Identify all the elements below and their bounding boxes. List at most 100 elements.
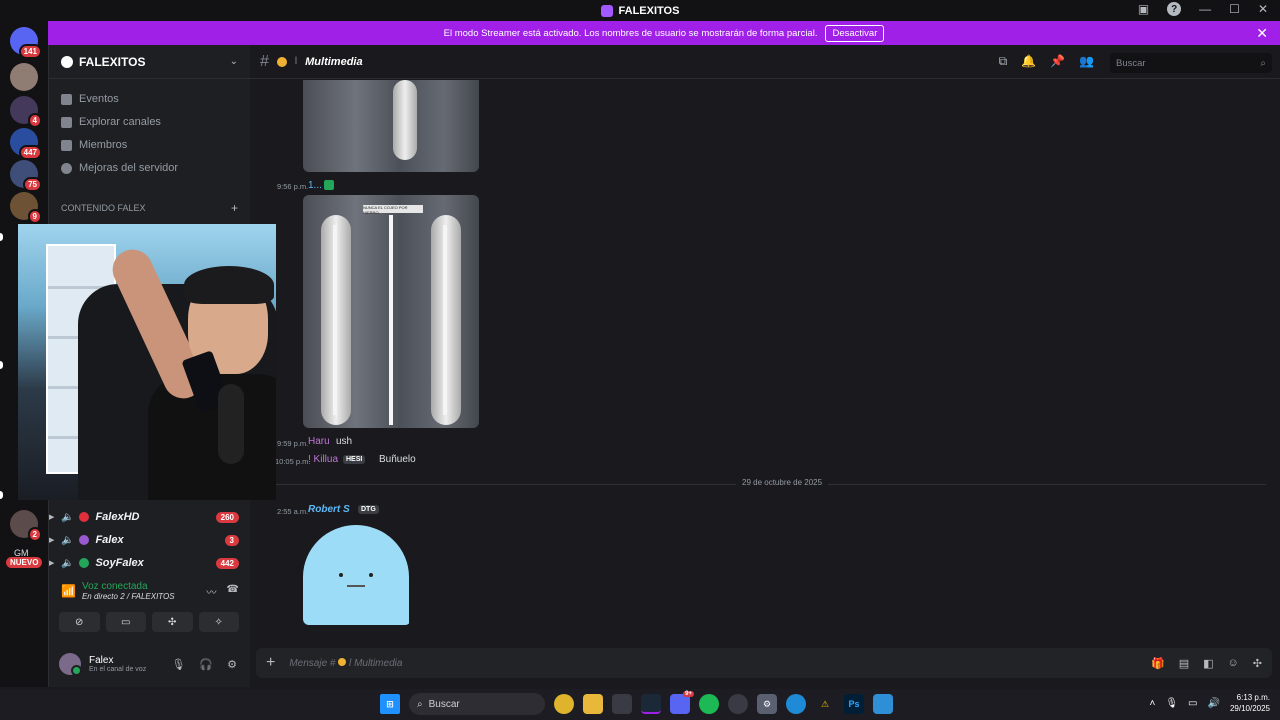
- help-icon[interactable]: ?: [1167, 2, 1182, 16]
- apps-icon[interactable]: ✣: [1253, 657, 1262, 670]
- sticker-icon[interactable]: ◧: [1203, 657, 1213, 670]
- role-icon: [324, 180, 334, 190]
- voice-connection-panel: 📶 Voz conectada En directo 2 / FALEXITOS…: [53, 576, 245, 642]
- message-composer[interactable]: + Mensaje # l Multimedia 🎁 ▤ ◧ ☺ ✣: [256, 648, 1272, 678]
- voice-channel-soyfalex[interactable]: ▶ 🔈 SoyFalex 442: [49, 552, 249, 574]
- server-icon[interactable]: 4: [10, 96, 42, 128]
- voice-channel-label[interactable]: En directo 2 / FALEXITOS: [82, 592, 175, 601]
- soundboard-button[interactable]: ✧: [198, 612, 239, 632]
- streamer-mode-banner: El modo Streamer está activado. Los nomb…: [48, 21, 1280, 45]
- sticker-image[interactable]: [303, 525, 411, 625]
- headphones-icon[interactable]: 🎧: [199, 658, 213, 671]
- role-tag: DTG: [358, 505, 379, 514]
- caret-right-icon: ▶: [49, 514, 55, 521]
- channel-header: # l Multimedia ⧉ 🔔 📌 👥 Buscar ⌕: [250, 45, 1280, 79]
- message-author[interactable]: Robert S: [308, 504, 350, 515]
- screen-share-button[interactable]: ▭: [105, 612, 146, 632]
- nav-server-boosts[interactable]: Mejoras del servidor: [49, 157, 250, 179]
- speaker-icon: 🔈: [61, 534, 74, 546]
- server-icon[interactable]: [10, 63, 38, 91]
- taskbar: ⊞ ⌕ Buscar 9+ ⚙ ⚠ Ps ˄ 🎙 ▭ 🔊 6:13 p.m. 2…: [0, 689, 1280, 720]
- voice-channel-falexhd[interactable]: ▶ 🔈 FalexHD 260: [49, 506, 249, 528]
- photoshop-icon[interactable]: Ps: [844, 694, 864, 714]
- server-icon[interactable]: 2: [10, 510, 42, 542]
- deactivate-button[interactable]: Desactivar: [825, 24, 885, 42]
- server-badge: 2: [27, 527, 42, 542]
- unread-pill: [0, 233, 3, 241]
- file-explorer-icon[interactable]: [583, 694, 603, 714]
- members-list-icon[interactable]: 👥: [1079, 54, 1094, 69]
- display-icon[interactable]: ▭: [1188, 698, 1197, 709]
- add-attachment-icon[interactable]: +: [266, 654, 275, 672]
- search-icon: ⌕: [1260, 57, 1266, 69]
- calendar-icon: [61, 93, 72, 105]
- windows-start-icon[interactable]: ⊞: [380, 694, 400, 714]
- add-channel-icon[interactable]: +: [231, 201, 238, 215]
- microphone-icon[interactable]: 🎙: [1165, 698, 1178, 709]
- list-icon: [61, 116, 72, 128]
- member-count-badge: 442: [215, 557, 239, 569]
- attachment-image[interactable]: NUNCA EL COJEO POR HIERRO: [303, 195, 479, 428]
- channel-emoji-icon: [276, 56, 287, 67]
- threads-icon[interactable]: ⧉: [999, 54, 1008, 69]
- nav-browse-channels[interactable]: Explorar canales: [49, 111, 250, 133]
- message-timestamp: 2:55 a.m.: [277, 507, 309, 516]
- webcam-overlay: [18, 224, 276, 500]
- disconnect-icon[interactable]: ☎: [227, 584, 239, 599]
- warning-icon[interactable]: ⚠: [815, 694, 835, 714]
- server-badge-icon: [61, 55, 73, 68]
- spotify-icon[interactable]: [699, 694, 719, 714]
- microphone-icon[interactable]: 🎙: [171, 658, 185, 671]
- settings-icon[interactable]: ⚙: [757, 694, 777, 714]
- edge-icon[interactable]: [786, 694, 806, 714]
- nav-events[interactable]: Eventos: [49, 88, 250, 110]
- taskbar-search[interactable]: ⌕ Buscar: [409, 693, 545, 715]
- emoji-icon[interactable]: ☺: [1228, 657, 1239, 670]
- speaker-icon: 🔈: [61, 557, 74, 569]
- chevron-up-icon[interactable]: ˄: [1150, 698, 1156, 709]
- attachment-image[interactable]: [303, 80, 479, 172]
- voice-channel-falex[interactable]: ▶ 🔈 Falex 3: [49, 529, 249, 551]
- hash-icon: #: [260, 52, 269, 70]
- server-icon[interactable]: 75: [10, 160, 42, 192]
- signal-icon[interactable]: 📶: [61, 584, 76, 598]
- close-icon[interactable]: ✕: [1256, 25, 1268, 42]
- store-icon[interactable]: [612, 694, 632, 714]
- server-header[interactable]: FALEXITOS ⌄: [49, 45, 250, 79]
- pin-icon[interactable]: 📌: [1050, 54, 1065, 69]
- home-button[interactable]: 141: [10, 27, 42, 59]
- server-icon[interactable]: 9: [10, 192, 42, 224]
- chrome-icon[interactable]: [554, 694, 574, 714]
- message-author[interactable]: ! Killua: [308, 454, 338, 465]
- search-input[interactable]: Buscar ⌕: [1110, 53, 1272, 73]
- minimize-button[interactable]: —: [1199, 2, 1211, 16]
- server-icon[interactable]: 447: [10, 128, 42, 160]
- close-window-button[interactable]: ✕: [1258, 2, 1268, 16]
- bell-icon[interactable]: 🔔: [1021, 54, 1036, 69]
- maximize-button[interactable]: ☐: [1229, 2, 1240, 16]
- channel-dot-icon: [79, 535, 90, 545]
- app-icon[interactable]: [728, 694, 748, 714]
- gear-icon[interactable]: ⚙: [227, 658, 237, 671]
- message-author[interactable]: 1...: [308, 180, 322, 191]
- discord-icon[interactable]: 9+: [670, 691, 694, 714]
- camera-off-button[interactable]: ⊘: [59, 612, 100, 632]
- nav-members[interactable]: Miembros: [49, 134, 250, 156]
- app-icon[interactable]: [873, 694, 893, 714]
- activities-button[interactable]: ✣: [152, 612, 193, 632]
- composer-placeholder: Mensaje # l Multimedia: [289, 657, 403, 669]
- screen-share-icon[interactable]: ▣: [1138, 2, 1149, 16]
- gif-icon[interactable]: ▤: [1179, 657, 1189, 670]
- noise-suppression-icon[interactable]: 〰: [207, 584, 217, 599]
- channel-category[interactable]: CONTENIDO FALEX +: [49, 201, 250, 215]
- server-badge: 75: [23, 177, 42, 192]
- gift-icon[interactable]: 🎁: [1151, 657, 1165, 670]
- avatar[interactable]: [59, 653, 82, 676]
- clock[interactable]: 6:13 p.m. 29/10/2025: [1230, 692, 1270, 714]
- user-panel: Falex En el canal de voz 🎙 🎧 ⚙: [49, 645, 249, 683]
- volume-icon[interactable]: 🔊: [1208, 698, 1220, 709]
- unread-pill: [0, 491, 3, 499]
- user-status: En el canal de voz: [89, 666, 147, 673]
- message-author[interactable]: Haru: [308, 436, 330, 447]
- steam-icon[interactable]: [641, 694, 661, 714]
